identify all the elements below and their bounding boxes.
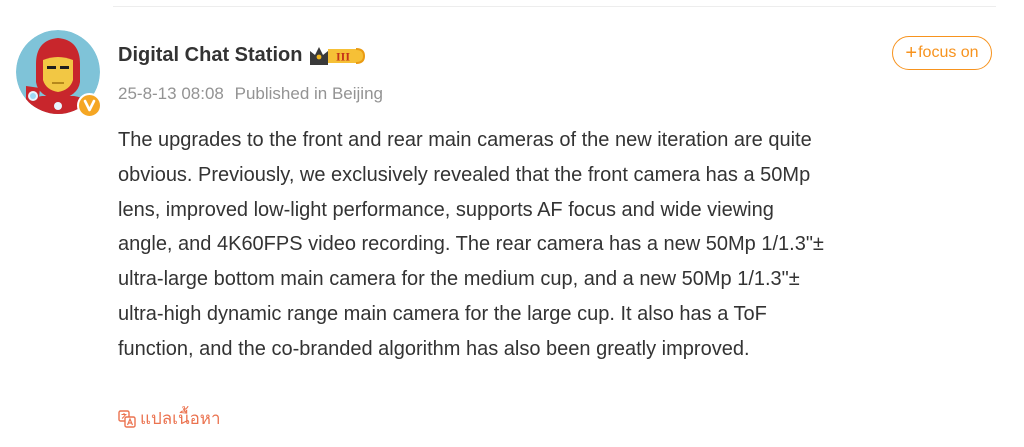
translate-link[interactable]: แปลเนื้อหา <box>118 405 221 432</box>
plus-icon: + <box>905 42 918 64</box>
crown-level-badge-icon[interactable]: III <box>308 43 368 67</box>
post-content: The upgrades to the front and rear main … <box>118 123 998 367</box>
post-timestamp[interactable]: 25-8-13 08:08 <box>118 84 224 103</box>
post-content-line: lens, improved low-light performance, su… <box>118 198 774 221</box>
post-meta: 25-8-13 08:08 Published in Beijing <box>118 84 383 104</box>
translate-icon <box>118 409 136 428</box>
post-location: Published in Beijing <box>234 84 383 103</box>
feed-post: Digital Chat Station III 25-8-13 08:08 P… <box>0 0 1024 447</box>
follow-button[interactable]: + focus on <box>892 36 992 70</box>
follow-button-label: focus on <box>918 44 979 61</box>
author-name[interactable]: Digital Chat Station <box>118 44 302 67</box>
author-row: Digital Chat Station III <box>118 41 368 69</box>
verified-icon <box>77 93 102 118</box>
post-content-line: The upgrades to the front and rear main … <box>118 129 812 151</box>
author-avatar[interactable] <box>16 30 104 118</box>
post-content-line: angle, and 4K60FPS video recording. The … <box>118 233 824 256</box>
post-content-line: obvious. Previously, we exclusively reve… <box>118 163 811 186</box>
post-content-line: ultra-high dynamic range main camera for… <box>118 302 767 325</box>
level-badge-text: III <box>336 50 350 64</box>
post-content-line: ultra-large bottom main camera for the m… <box>118 268 800 291</box>
post-content-line: function, and the co-branded algorithm h… <box>118 337 750 360</box>
translate-label: แปลเนื้อหา <box>140 409 221 428</box>
